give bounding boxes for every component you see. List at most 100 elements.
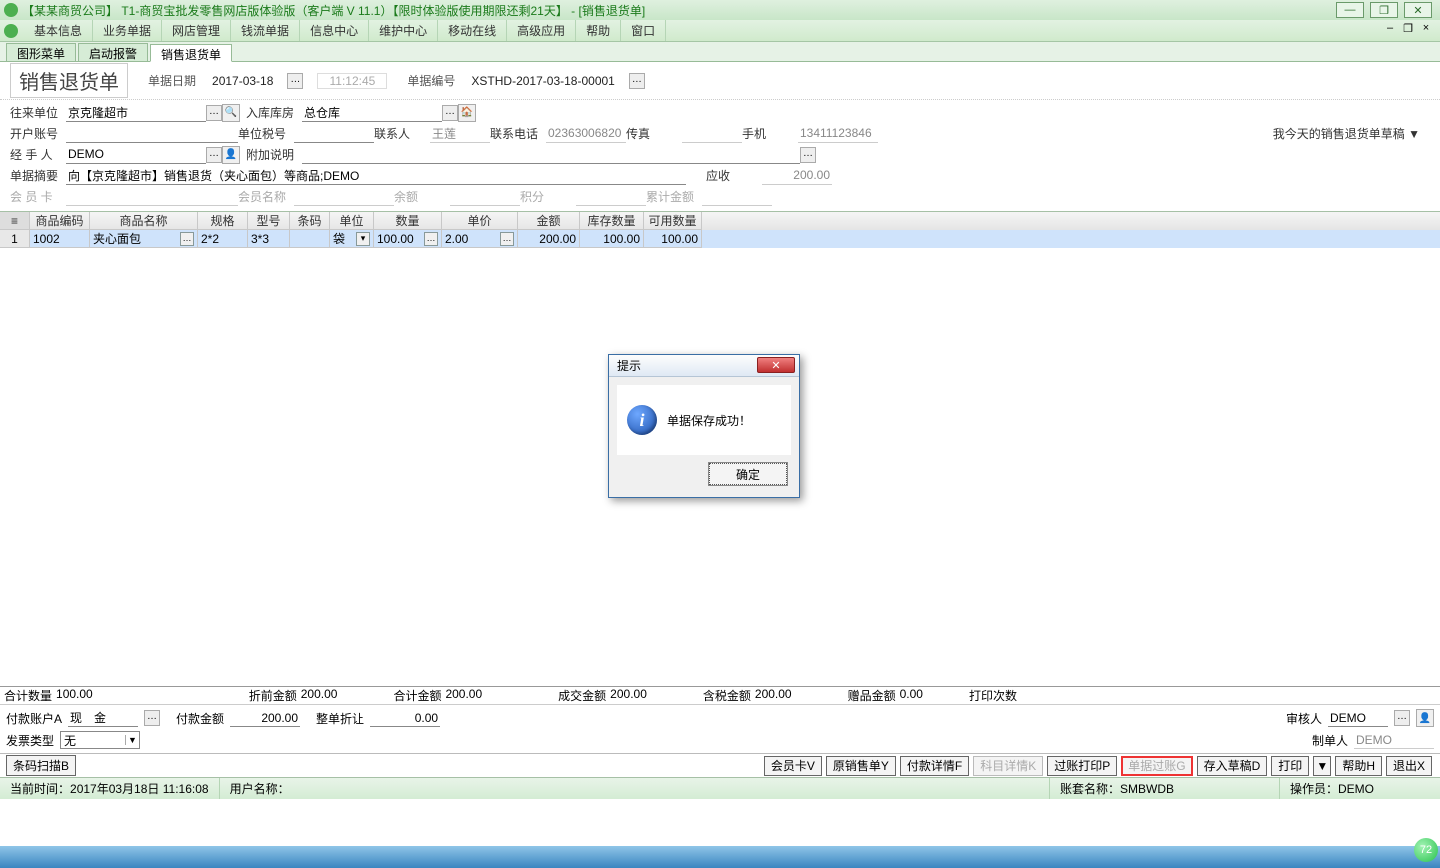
menu-help[interactable]: 帮助 bbox=[576, 20, 621, 41]
pay-amount-input[interactable] bbox=[230, 709, 300, 727]
pay-account-input[interactable] bbox=[68, 709, 138, 727]
grid-corner[interactable]: ≡ bbox=[0, 212, 30, 230]
cell-barcode[interactable] bbox=[290, 230, 330, 248]
save-draft-button[interactable]: 存入草稿D bbox=[1197, 756, 1268, 776]
bank-account-input[interactable] bbox=[66, 125, 238, 143]
mdi-restore-icon[interactable]: ❐ bbox=[1400, 22, 1416, 35]
predisc-value: 200.00 bbox=[301, 687, 338, 704]
col-code[interactable]: 商品编码 bbox=[30, 212, 90, 230]
today-drafts-link[interactable]: 我今天的销售退货单草稿 ▼ bbox=[1273, 125, 1420, 142]
member-card-input[interactable] bbox=[66, 188, 238, 206]
col-barcode[interactable]: 条码 bbox=[290, 212, 330, 230]
customer-input[interactable] bbox=[66, 104, 206, 122]
member-card-button[interactable]: 会员卡V bbox=[764, 756, 822, 776]
invoice-type-input[interactable] bbox=[61, 733, 125, 747]
discount-input[interactable] bbox=[370, 709, 440, 727]
doc-no-value[interactable]: XSTHD-2017-03-18-00001 bbox=[471, 74, 614, 88]
date-picker-button[interactable]: … bbox=[287, 73, 303, 89]
help-button[interactable]: 帮助H bbox=[1335, 756, 1382, 776]
customer-detail-icon[interactable]: 🔍 bbox=[222, 104, 240, 122]
action-bar: 条码扫描B 会员卡V 原销售单Y 付款详情F 科目详情K 过账打印P 单据过账G… bbox=[0, 753, 1440, 777]
menu-advanced[interactable]: 高级应用 bbox=[507, 20, 576, 41]
handler-lookup-button[interactable]: … bbox=[206, 147, 222, 163]
notification-badge[interactable]: 72 bbox=[1414, 838, 1438, 862]
menu-cash-flow[interactable]: 钱流单据 bbox=[231, 20, 300, 41]
warehouse-detail-icon[interactable]: 🏠 bbox=[458, 104, 476, 122]
menu-basic-info[interactable]: 基本信息 bbox=[24, 20, 93, 41]
payment-detail-button[interactable]: 付款详情F bbox=[900, 756, 969, 776]
col-stock[interactable]: 库存数量 bbox=[580, 212, 644, 230]
docno-lookup-button[interactable]: … bbox=[629, 73, 645, 89]
handler-detail-icon[interactable]: 👤 bbox=[222, 146, 240, 164]
gift-amount-value: 0.00 bbox=[900, 687, 923, 704]
cell-amount[interactable]: 200.00 bbox=[518, 230, 580, 248]
dialog-title-bar[interactable]: 提示 ✕ bbox=[609, 355, 799, 377]
col-unit[interactable]: 单位 bbox=[330, 212, 374, 230]
cell-spec[interactable]: 2*2 bbox=[198, 230, 248, 248]
cell-name-lookup-icon[interactable]: … bbox=[180, 232, 194, 246]
minimize-button[interactable]: — bbox=[1336, 2, 1364, 18]
doc-date-value[interactable]: 2017-03-18 bbox=[212, 74, 273, 88]
grid-row[interactable]: 1 1002 夹心面包… 2*2 3*3 袋▾ 100.00… 2.00… 20… bbox=[0, 230, 1440, 248]
col-spec[interactable]: 规格 bbox=[198, 212, 248, 230]
col-qty[interactable]: 数量 bbox=[374, 212, 442, 230]
menu-shop-mgmt[interactable]: 网店管理 bbox=[162, 20, 231, 41]
exit-button[interactable]: 退出X bbox=[1386, 756, 1432, 776]
status-bar: 当前时间：2017年03月18日 11:16:08 用户名称： 账套名称：SMB… bbox=[0, 777, 1440, 799]
menu-maint[interactable]: 维护中心 bbox=[369, 20, 438, 41]
receivable-value bbox=[762, 167, 832, 185]
print-dropdown-button[interactable]: ▼ bbox=[1313, 756, 1331, 776]
cell-name[interactable]: 夹心面包… bbox=[90, 230, 198, 248]
print-button[interactable]: 打印 bbox=[1271, 756, 1309, 776]
invoice-type-combo[interactable]: ▼ bbox=[60, 731, 140, 749]
menu-biz-docs[interactable]: 业务单据 bbox=[93, 20, 162, 41]
mdi-minimize-icon[interactable]: – bbox=[1382, 22, 1398, 35]
col-name[interactable]: 商品名称 bbox=[90, 212, 198, 230]
cell-qty[interactable]: 100.00… bbox=[374, 230, 442, 248]
menu-mobile[interactable]: 移动在线 bbox=[438, 20, 507, 41]
note-input[interactable] bbox=[302, 146, 800, 164]
phone-input bbox=[546, 125, 626, 143]
close-button[interactable]: ✕ bbox=[1404, 2, 1432, 18]
dialog-close-button[interactable]: ✕ bbox=[757, 357, 795, 373]
maximize-button[interactable]: ❐ bbox=[1370, 2, 1398, 18]
post-doc-button[interactable]: 单据过账G bbox=[1121, 756, 1192, 776]
col-avail[interactable]: 可用数量 bbox=[644, 212, 702, 230]
dialog-ok-button[interactable]: 确定 bbox=[709, 463, 787, 485]
col-model[interactable]: 型号 bbox=[248, 212, 290, 230]
cell-unit[interactable]: 袋▾ bbox=[330, 230, 374, 248]
predisc-label: 折前金额 bbox=[249, 687, 297, 704]
customer-lookup-button[interactable]: … bbox=[206, 105, 222, 121]
handler-input[interactable] bbox=[66, 146, 206, 164]
menu-info-center[interactable]: 信息中心 bbox=[300, 20, 369, 41]
menu-window[interactable]: 窗口 bbox=[621, 20, 666, 41]
col-amount[interactable]: 金额 bbox=[518, 212, 580, 230]
cell-unit-dropdown-icon[interactable]: ▾ bbox=[356, 232, 370, 246]
discount-label: 整单折让 bbox=[316, 710, 364, 727]
cell-code[interactable]: 1002 bbox=[30, 230, 90, 248]
tab-start-alarm[interactable]: 启动报警 bbox=[78, 43, 148, 61]
note-more-button[interactable]: … bbox=[800, 147, 816, 163]
auditor-lookup-button[interactable]: … bbox=[1394, 710, 1410, 726]
auditor-detail-icon[interactable]: 👤 bbox=[1416, 709, 1434, 727]
tab-graphic-menu[interactable]: 图形菜单 bbox=[6, 43, 76, 61]
mdi-close-icon[interactable]: × bbox=[1418, 22, 1434, 35]
original-sale-button[interactable]: 原销售单Y bbox=[826, 756, 896, 776]
cell-price-button-icon[interactable]: … bbox=[500, 232, 514, 246]
cell-price[interactable]: 2.00… bbox=[442, 230, 518, 248]
barcode-scan-button[interactable]: 条码扫描B bbox=[6, 755, 76, 776]
chevron-down-icon[interactable]: ▼ bbox=[125, 735, 139, 745]
tab-sales-return[interactable]: 销售退货单 bbox=[150, 44, 232, 62]
auditor-input[interactable] bbox=[1328, 709, 1388, 727]
post-print-button[interactable]: 过账打印P bbox=[1047, 756, 1117, 776]
cell-model[interactable]: 3*3 bbox=[248, 230, 290, 248]
cell-qty-button-icon[interactable]: … bbox=[424, 232, 438, 246]
customer-label: 往来单位 bbox=[10, 104, 66, 121]
col-price[interactable]: 单价 bbox=[442, 212, 518, 230]
pay-account-lookup-button[interactable]: … bbox=[144, 710, 160, 726]
taxno-input[interactable] bbox=[294, 125, 374, 143]
warehouse-input[interactable] bbox=[302, 104, 442, 122]
os-taskbar[interactable] bbox=[0, 846, 1440, 868]
warehouse-lookup-button[interactable]: … bbox=[442, 105, 458, 121]
summary-input[interactable] bbox=[66, 167, 686, 185]
